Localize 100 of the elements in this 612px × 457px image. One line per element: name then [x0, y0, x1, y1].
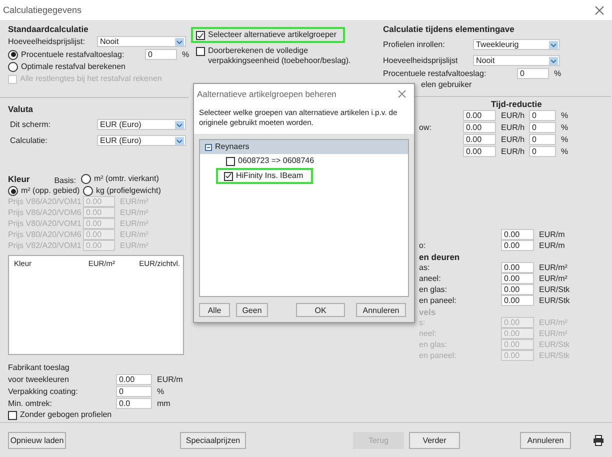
dropdown[interactable]: Nooit	[473, 55, 560, 66]
percent-field[interactable]: 0	[529, 110, 556, 121]
section-label: Fabrikant toeslag	[8, 363, 70, 373]
radio-button[interactable]	[83, 186, 93, 196]
close-icon[interactable]	[398, 90, 406, 98]
field-label: Verpakking coating:	[8, 386, 79, 396]
group-title: vels	[419, 307, 437, 317]
field-label: Hoeveelheidsprijslijst:	[8, 36, 86, 46]
radio-button[interactable]	[8, 186, 18, 196]
collapse-icon[interactable]	[205, 144, 212, 150]
checkbox-label: Selecteer alternatieve artikelgroeper	[208, 30, 337, 40]
unit-label: EUR/m²	[539, 318, 568, 328]
chevron-icon	[175, 137, 184, 145]
footer-button[interactable]: Verder	[409, 432, 460, 448]
chevron-icon	[549, 41, 558, 49]
input-field[interactable]: 0.0	[116, 398, 152, 409]
chevron-icon	[175, 121, 184, 129]
printer-icon[interactable]	[593, 434, 604, 446]
unit-label: EUR/m	[539, 230, 565, 240]
cost-field[interactable]: 0.00	[463, 110, 496, 121]
option-label: Procentuele restafvaltoeslag:	[21, 50, 126, 60]
dropdown[interactable]: EUR (Euro)	[97, 119, 186, 130]
price-field[interactable]: 0.00	[501, 240, 534, 251]
dropdown[interactable]: Nooit	[97, 36, 186, 47]
percent-field[interactable]: 0	[529, 134, 556, 145]
field-label: ow:	[419, 122, 432, 132]
checkbox[interactable]	[224, 172, 233, 180]
field-label: as:	[419, 262, 431, 272]
dialog-button[interactable]: Alle	[199, 303, 230, 317]
field-label: voor tweekleuren	[8, 374, 70, 384]
footer-button[interactable]: Annuleren	[520, 432, 571, 448]
tree-item[interactable]: Reynaers	[200, 140, 408, 154]
unit-label: EUR/h	[501, 110, 526, 120]
close-icon[interactable]	[595, 6, 604, 14]
field-label: en glas:	[419, 340, 448, 350]
field-label: Hoeveelheidsprijslijst	[383, 56, 459, 66]
unit-label: EUR/h	[501, 122, 526, 132]
radio-button[interactable]	[8, 50, 18, 60]
percent-field[interactable]: 0	[517, 68, 549, 79]
percent-field[interactable]: 0	[145, 49, 177, 60]
group-title: en deuren	[419, 252, 461, 262]
input-field[interactable]: 0.00	[116, 374, 152, 385]
checkbox-label: Doorberekenen de volledige verpakkingseenheid (toebehoor/beslag).	[208, 46, 352, 66]
footer-button[interactable]: Opnieuw laden	[8, 432, 66, 448]
field-label: Min. omtrek:	[8, 398, 54, 408]
section-title: Kleur	[8, 174, 31, 184]
cost-field[interactable]: 0.00	[463, 134, 496, 145]
field-label: neel:	[419, 328, 438, 338]
checkbox[interactable]	[8, 410, 17, 420]
section-title: Standaardcalculatie	[8, 24, 88, 34]
radio-button[interactable]	[81, 174, 91, 184]
checkbox[interactable]	[196, 31, 205, 40]
checkbox[interactable]	[196, 47, 205, 56]
dialog-button[interactable]: OK	[296, 303, 345, 317]
unit-label: EUR/m²	[539, 274, 568, 284]
chevron-icon	[175, 38, 184, 46]
chevron-icon	[549, 57, 558, 65]
unit-label: mm	[157, 398, 170, 408]
footer-button[interactable]: Speciaalprijzen	[180, 432, 246, 448]
radio-button[interactable]	[8, 62, 18, 72]
percent-field[interactable]: 0	[529, 122, 556, 133]
unit-label: %	[182, 50, 190, 60]
dialog-button[interactable]: Annuleren	[356, 303, 406, 317]
dialog-button[interactable]: Geen	[236, 303, 268, 317]
percent-field[interactable]: 0	[529, 146, 556, 157]
checkbox[interactable]	[226, 156, 235, 166]
cost-field[interactable]: 0.00	[463, 122, 496, 133]
price-field[interactable]: 0.00	[501, 295, 534, 306]
unit-label: EUR/m²	[120, 218, 148, 228]
unit-label: EUR/Stk	[539, 340, 570, 350]
unit-label: EUR/m²	[120, 230, 148, 240]
cost-field[interactable]: 0.00	[463, 146, 496, 157]
dialog-title: Aalternatieve artikelgroepen beheren	[197, 89, 336, 99]
field-label: Dit scherm:	[9, 120, 52, 130]
unit-label: %	[561, 146, 568, 156]
input-field[interactable]: 0	[116, 386, 152, 397]
field-label: Procentuele restafvaltoeslag:	[383, 68, 488, 78]
price-field[interactable]: 0.00	[501, 229, 534, 240]
checkbox-label: 0608723 => 0608746	[238, 156, 314, 166]
unit-label: %	[561, 110, 568, 120]
dropdown[interactable]: EUR (Euro)	[97, 135, 186, 146]
unit-label: EUR/m	[157, 374, 183, 384]
field-label: aneel:	[419, 274, 442, 284]
price-label: Prijs V86/A20/VOM6	[8, 208, 82, 218]
option-label: m² (opp. gebied)	[21, 186, 81, 196]
price-label: Prijs V80/A20/VOM6	[8, 230, 82, 240]
price-field[interactable]: 0.00	[501, 273, 534, 284]
window-title: Calculatiegegevens	[3, 5, 82, 15]
unit-label: EUR/Stk	[539, 296, 570, 306]
price-label: Prijs V80/A20/VOM1	[8, 218, 82, 228]
field-label: Calculatie:	[9, 136, 48, 146]
unit-label: EUR/m²	[120, 208, 148, 218]
unit-label: %	[554, 68, 562, 78]
price-label: Prijs V82/A20/VOM1	[8, 240, 82, 250]
dropdown[interactable]: Tweekleurig	[473, 39, 560, 50]
unit-label: %	[561, 134, 568, 144]
unit-label: EUR/Stk	[539, 284, 570, 294]
price-field[interactable]: 0.00	[501, 284, 534, 295]
price-field[interactable]: 0.00	[501, 262, 534, 273]
option-label: m² (omtr. vierkant)	[94, 174, 159, 184]
